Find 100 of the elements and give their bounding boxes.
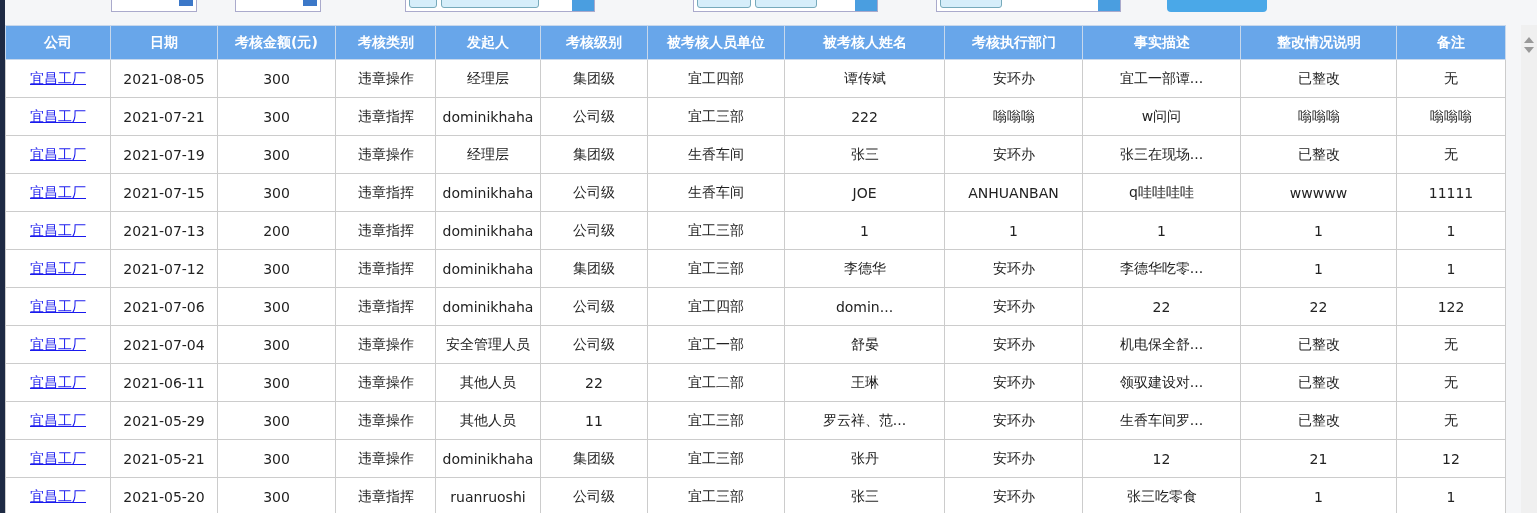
scroll-down-icon[interactable] xyxy=(1524,47,1534,53)
table-cell: domin... xyxy=(784,287,945,326)
table-cell: 舒晏 xyxy=(784,325,945,364)
table-cell: 违章操作 xyxy=(335,59,436,98)
table-cell: 公司级 xyxy=(540,97,648,136)
table-cell: 王琳 xyxy=(784,363,945,402)
table-cell: 罗云祥、范... xyxy=(784,401,945,440)
table-cell: 2021-06-11 xyxy=(110,363,218,402)
table-cell: 300 xyxy=(217,325,336,364)
table-cell: 违章指挥 xyxy=(335,287,436,326)
table-cell: 300 xyxy=(217,401,336,440)
table-cell: 已整改 xyxy=(1240,363,1397,402)
table-cell: JOE xyxy=(784,173,945,212)
table-cell: 2021-07-21 xyxy=(110,97,218,136)
table-cell: 宜工三部 xyxy=(647,97,785,136)
table-cell: 安全管理人员 xyxy=(435,325,541,364)
table-cell: 生香车间 xyxy=(647,135,785,174)
table-cell: 12 xyxy=(1082,439,1241,478)
table-cell: 无 xyxy=(1396,363,1506,402)
table-cell: 300 xyxy=(217,59,336,98)
table-cell: w问问 xyxy=(1082,97,1241,136)
table-cell: 2021-08-05 xyxy=(110,59,218,98)
table-cell: 违章指挥 xyxy=(335,97,436,136)
table-cell: 安环办 xyxy=(944,325,1083,364)
table-cell: dominikhaha xyxy=(435,97,541,136)
table-cell: 安环办 xyxy=(944,363,1083,402)
table-cell: 公司级 xyxy=(540,211,648,250)
table-cell: dominikhaha xyxy=(435,249,541,288)
table-cell: 违章指挥 xyxy=(335,211,436,250)
table-cell: 22 xyxy=(1240,287,1397,326)
table-cell: 宜工一部 xyxy=(647,325,785,364)
table-cell: 生香车间罗... xyxy=(1082,401,1241,440)
table-cell: 已整改 xyxy=(1240,59,1397,98)
table-cell: 2021-07-04 xyxy=(110,325,218,364)
table-cell: 300 xyxy=(217,173,336,212)
table-cell: 300 xyxy=(217,287,336,326)
table-cell: 违章操作 xyxy=(335,439,436,478)
table-cell: ANHUANBAN xyxy=(944,173,1083,212)
table-cell: 张三在现场... xyxy=(1082,135,1241,174)
table-cell: 122 xyxy=(1396,287,1506,326)
table-cell: 已整改 xyxy=(1240,401,1397,440)
table-cell: 安环办 xyxy=(944,439,1083,478)
table-cell: 集团级 xyxy=(540,59,648,98)
table-cell: 22 xyxy=(1082,287,1241,326)
table-cell: 宜工三部 xyxy=(647,249,785,288)
table-cell: 2021-07-13 xyxy=(110,211,218,250)
table-cell: 公司级 xyxy=(540,325,648,364)
table-cell: 1 xyxy=(784,211,945,250)
table-cell: wwwww xyxy=(1240,173,1397,212)
table-cell: 300 xyxy=(217,363,336,402)
table-cell: 违章操作 xyxy=(335,325,436,364)
table-cell: 1 xyxy=(1240,249,1397,288)
table-cell: 300 xyxy=(217,97,336,136)
table-cell: 违章操作 xyxy=(335,363,436,402)
scroll-up-icon[interactable] xyxy=(1524,37,1534,43)
table-cell: 无 xyxy=(1396,401,1506,440)
table-cell: 张丹 xyxy=(784,439,945,478)
table-cell: 21 xyxy=(1240,439,1397,478)
table-cell: 李德华吃零... xyxy=(1082,249,1241,288)
table-cell: 张三 xyxy=(784,135,945,174)
table-cell: 已整改 xyxy=(1240,135,1397,174)
table-cell: 1 xyxy=(1396,249,1506,288)
table-cell: 2021-07-19 xyxy=(110,135,218,174)
table-cell: 安环办 xyxy=(944,59,1083,98)
table-cell: 违章指挥 xyxy=(335,249,436,288)
table-cell: 无 xyxy=(1396,135,1506,174)
table-cell: dominikhaha xyxy=(435,173,541,212)
table-cell: 安环办 xyxy=(944,249,1083,288)
table-cell: 1 xyxy=(944,211,1083,250)
table-cell: 公司级 xyxy=(540,173,648,212)
table-cell: 集团级 xyxy=(540,249,648,288)
table-cell: 嗡嗡嗡 xyxy=(1240,97,1397,136)
table-cell: 宜工二部 xyxy=(647,363,785,402)
table-cell: 2021-07-15 xyxy=(110,173,218,212)
table-cell: 经理层 xyxy=(435,135,541,174)
table-cell: 12 xyxy=(1396,439,1506,478)
table-cell: 2021-05-29 xyxy=(110,401,218,440)
table-cell: 违章指挥 xyxy=(335,173,436,212)
table-cell: dominikhaha xyxy=(435,211,541,250)
table-cell: 200 xyxy=(217,211,336,250)
table-cell: 2021-05-21 xyxy=(110,439,218,478)
table-cell: 已整改 xyxy=(1240,325,1397,364)
table-cell: 生香车间 xyxy=(647,173,785,212)
table-cell: 经理层 xyxy=(435,59,541,98)
table-cell: 安环办 xyxy=(944,287,1083,326)
table-cell: 2021-07-12 xyxy=(110,249,218,288)
table-cell: 宜工四部 xyxy=(647,287,785,326)
table-cell: 违章操作 xyxy=(335,135,436,174)
table-cell: 嗡嗡嗡 xyxy=(1396,97,1506,136)
table-cell: 宜工三部 xyxy=(647,401,785,440)
table-cell: 无 xyxy=(1396,59,1506,98)
table-cell: 谭传斌 xyxy=(784,59,945,98)
scrollbar[interactable] xyxy=(1521,25,1537,513)
table-cell: 1 xyxy=(1396,211,1506,250)
table-cell: 公司级 xyxy=(540,287,648,326)
table-cell: 李德华 xyxy=(784,249,945,288)
table-cell: 300 xyxy=(217,249,336,288)
table-cell: 1 xyxy=(1240,211,1397,250)
table-cell: 22 xyxy=(540,363,648,402)
table-cell: 嗡嗡嗡 xyxy=(944,97,1083,136)
